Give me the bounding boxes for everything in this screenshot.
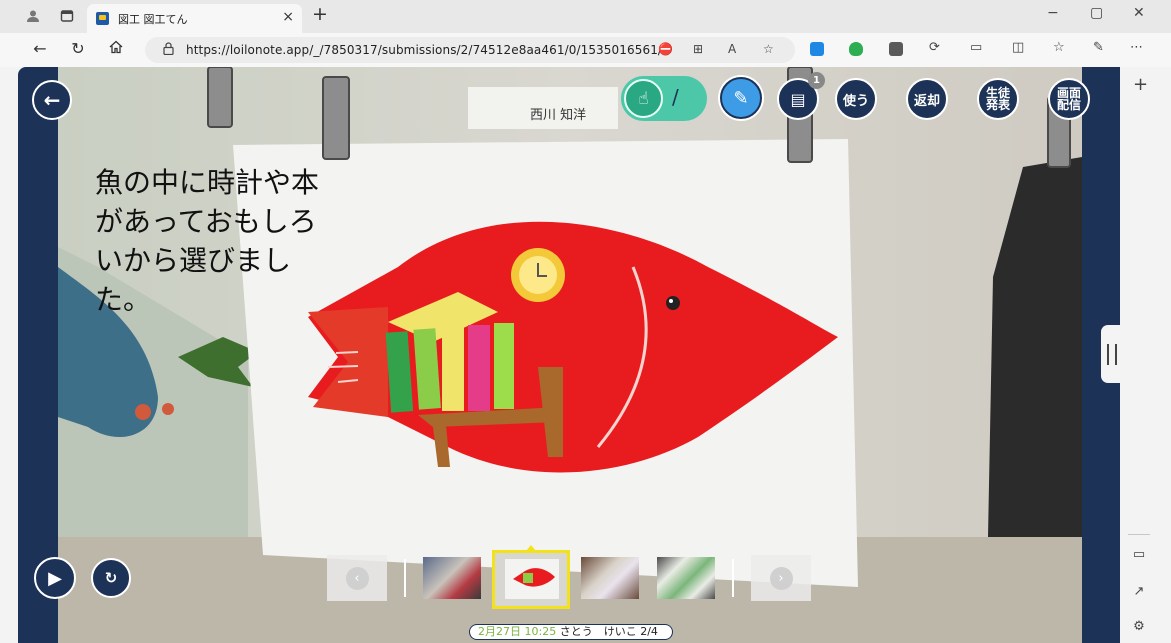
settings-gear-icon[interactable]: ⚙ (1131, 619, 1147, 635)
sidebar-divider (1128, 534, 1150, 535)
prev-page-button[interactable]: ‹ (327, 555, 387, 601)
tab-bar: 図工 図工てん × + − ▢ ✕ (0, 0, 1171, 33)
extensions-puzzle-icon[interactable]: ⟳ (929, 40, 940, 55)
card-page: 2/4 (640, 625, 658, 638)
minimize-button[interactable]: − (1047, 5, 1059, 21)
home-icon[interactable] (106, 39, 126, 59)
strip-divider-left (404, 559, 406, 597)
read-aloud-icon[interactable]: A (728, 42, 736, 56)
loilonote-favicon (96, 12, 109, 25)
thumbnail-2-image (495, 553, 567, 606)
s-extension-icon[interactable] (889, 42, 903, 56)
tab-actions-icon[interactable] (58, 7, 76, 25)
lock-icon (163, 42, 174, 58)
thumbnail-3[interactable] (581, 557, 639, 599)
use-button[interactable]: 使う (835, 78, 877, 120)
card-date: 2月27日 10:25 (478, 625, 557, 638)
side-panel-handle[interactable] (1101, 325, 1120, 383)
thumbnail-strip: ‹ › (327, 550, 811, 609)
shield-extension-icon[interactable] (849, 42, 863, 56)
strip-divider-right (732, 559, 734, 597)
chevron-left-icon: ‹ (345, 566, 369, 590)
refresh-icon[interactable]: ↻ (68, 39, 88, 59)
camera-extension-icon[interactable] (810, 42, 824, 56)
profile-icon[interactable] (24, 7, 42, 25)
tool-toggle[interactable]: ☝ / (621, 76, 707, 121)
thumbnail-4[interactable] (657, 557, 715, 599)
sidebar-panel-icon[interactable]: ▭ (1131, 547, 1147, 563)
app-available-icon[interactable]: ⊞ (693, 42, 703, 56)
replay-icon[interactable]: ↻ (91, 558, 131, 598)
play-icon[interactable]: ▶ (34, 557, 76, 599)
return-button[interactable]: 返却 (906, 78, 948, 120)
tab-title: 図工 図工てん (118, 13, 188, 26)
card-caption: 魚の中に時計や本があっておもしろいから選びました。 (95, 166, 320, 316)
close-window-button[interactable]: ✕ (1133, 5, 1145, 21)
svg-text:西川 知洋: 西川 知洋 (530, 107, 586, 123)
collections-icon[interactable]: ✎ (1093, 40, 1104, 55)
tracking-icon[interactable]: ⛔ (658, 42, 673, 56)
student-present-label-2: 発表 (985, 98, 1010, 112)
thumbnail-2[interactable] (492, 550, 570, 609)
open-external-icon[interactable]: ↗ (1131, 584, 1147, 600)
hand-pointer-icon[interactable]: ☝ (624, 79, 663, 118)
split-screen-icon[interactable]: ◫ (1012, 40, 1024, 55)
sidebar-add-icon[interactable]: + (1133, 74, 1148, 95)
screen-share-button[interactable]: 画面 配信 (1048, 78, 1090, 120)
url-text: https://loilonote.app/_/7850317/submissi… (186, 43, 670, 57)
tab-close-button[interactable]: × (282, 9, 294, 25)
cast-icon[interactable]: ▭ (970, 40, 982, 55)
pen-icon[interactable]: ✎ (720, 77, 762, 119)
more-menu-icon[interactable]: ⋯ (1130, 40, 1143, 55)
back-arrow-icon[interactable]: ← (32, 80, 72, 120)
student-present-button[interactable]: 生徒 発表 (977, 78, 1019, 120)
favorite-star-icon[interactable]: ☆ (763, 42, 774, 56)
browser-tab[interactable]: 図工 図工てん × (87, 4, 302, 33)
new-tab-button[interactable]: + (312, 3, 328, 25)
chevron-right-icon: › (769, 566, 793, 590)
url-field[interactable]: https://loilonote.app/_/7850317/submissi… (145, 37, 795, 63)
back-icon[interactable]: ← (30, 39, 50, 59)
screen-share-label-2: 配信 (1056, 98, 1081, 112)
favorites-list-icon[interactable]: ☆ (1053, 40, 1065, 55)
marker-icon[interactable]: / (672, 85, 679, 109)
tray-count-badge: 1 (808, 72, 825, 89)
card-author: さとう けいこ (559, 625, 637, 638)
maximize-button[interactable]: ▢ (1090, 5, 1103, 21)
address-bar-row: ← ↻ https://loilonote.app/_/7850317/subm… (0, 33, 1171, 67)
loilonote-viewer: 西川 知洋 魚の中に時計や本があっておもしろいから選びました。 ← ☝ / ✎ … (18, 67, 1120, 643)
next-page-button[interactable]: › (751, 555, 811, 601)
card-info-bar: 2月27日 10:25 さとう けいこ 2/4 (469, 624, 673, 640)
thumbnail-1[interactable] (423, 557, 481, 599)
